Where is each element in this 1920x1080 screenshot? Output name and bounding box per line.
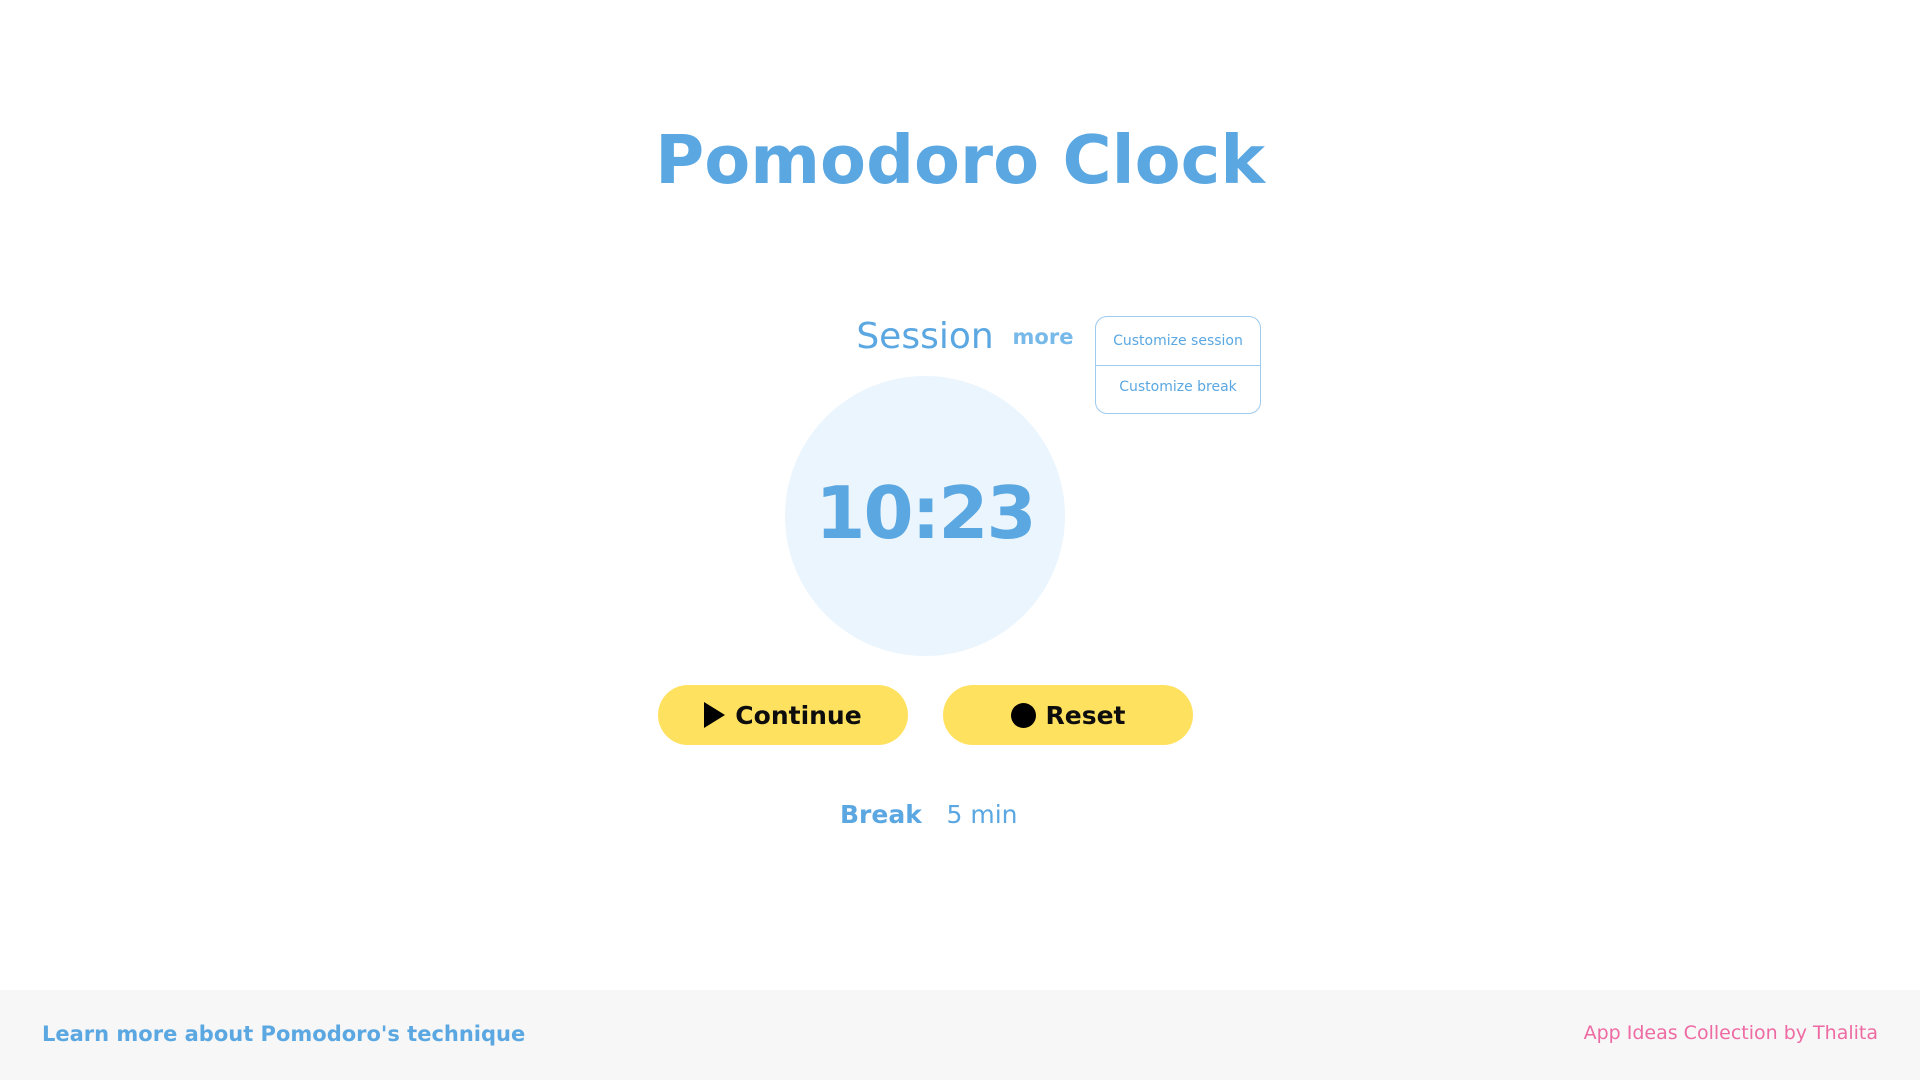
customize-session-menu-item[interactable]: Customize session — [1096, 317, 1260, 365]
continue-button[interactable]: Continue — [658, 685, 908, 745]
customize-break-menu-item[interactable]: Customize break — [1096, 365, 1260, 413]
reset-button[interactable]: Reset — [943, 685, 1193, 745]
break-info: Break 5 min — [0, 800, 1920, 840]
play-icon — [704, 702, 726, 728]
timer-controls: Continue Reset — [0, 685, 1920, 745]
page-title: Pomodoro Clock — [655, 121, 1265, 199]
continue-button-label: Continue — [735, 700, 862, 730]
timer-circle: 10:23 — [785, 376, 1065, 656]
timer-display: 10:23 — [815, 471, 1036, 555]
more-dropdown-menu: Customize session Customize break — [1095, 316, 1261, 414]
session-label: Session — [856, 316, 994, 357]
reset-button-label: Reset — [1045, 700, 1126, 730]
footer: Learn more about Pomodoro's technique Ap… — [0, 990, 1920, 1080]
stop-icon — [1010, 702, 1036, 728]
break-label: Break — [840, 800, 922, 829]
session-header: Session more — [0, 312, 1920, 362]
break-duration: 5 min — [946, 800, 1018, 829]
more-menu-toggle[interactable]: more — [1012, 325, 1074, 349]
learn-more-link[interactable]: Learn more about Pomodoro's technique — [42, 1022, 525, 1046]
app-ideas-credit-link[interactable]: App Ideas Collection by Thalita — [1584, 1022, 1878, 1044]
